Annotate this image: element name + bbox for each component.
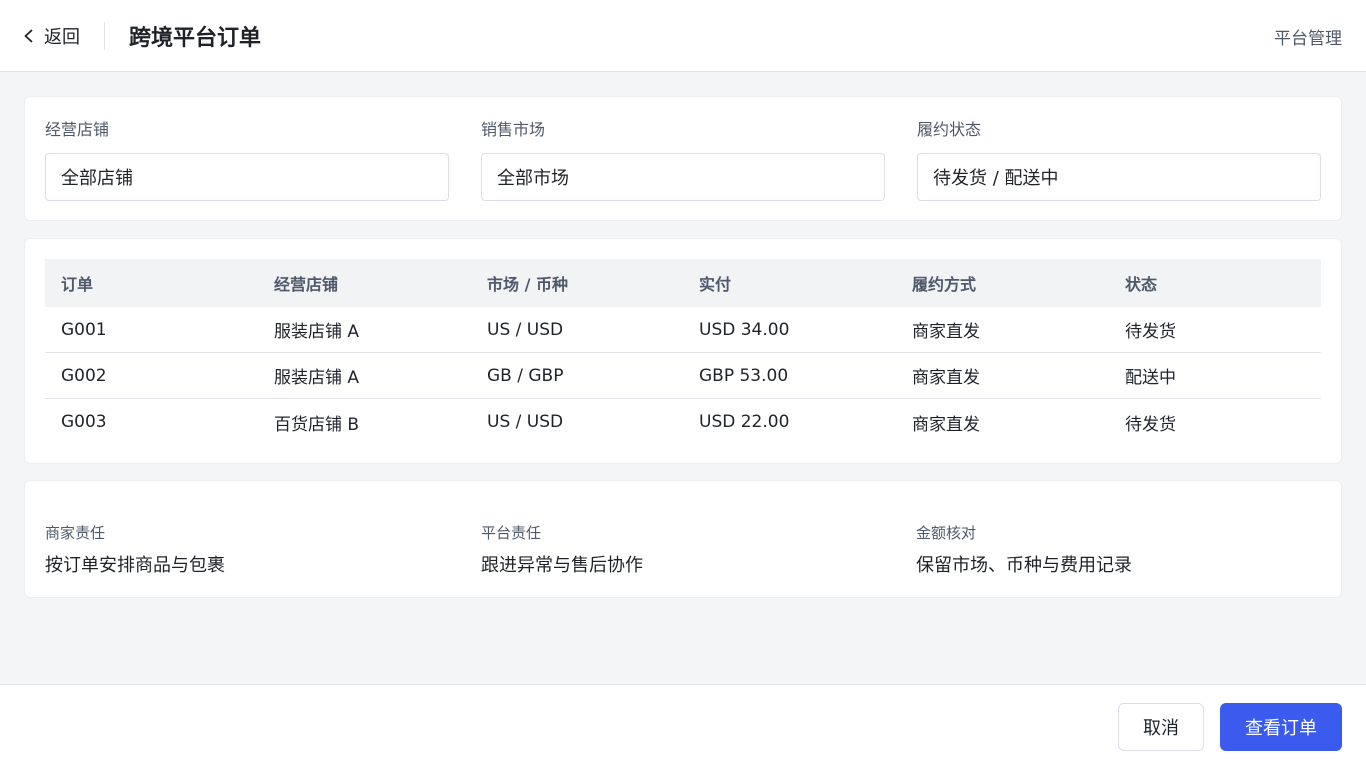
filter-status: 履约状态 待发货 / 配送中 [917,119,1321,201]
info-platform-label: 平台责任 [481,524,542,542]
info-amount-value: 保留市场、币种与费用记录 [916,555,1132,576]
info-amount-label: 金额核对 [916,524,977,542]
cell-market-currency: GB / GBP [487,365,564,386]
info-merchant-label: 商家责任 [45,524,106,542]
page-title: 跨境平台订单 [129,25,262,51]
column-header-fulfillment: 履约方式 [912,275,977,294]
filter-store-label: 经营店铺 [45,120,110,139]
cell-store: 服装店铺 A [274,322,360,342]
header-divider [104,21,105,50]
filter-panel: 经营店铺 全部店铺 销售市场 全部市场 履约状态 待发货 / 配送中 [24,96,1342,221]
cell-paid: GBP 53.00 [699,365,789,386]
table-row[interactable]: G002 服装店铺 A GB / GBP GBP 53.00 商家直发 配送中 [45,353,1321,399]
info-merchant: 商家责任 按订单安排商品与包裹 [45,523,445,577]
cell-order: G001 [61,319,107,340]
cell-fulfillment: 商家直发 [912,414,980,435]
column-header-status: 状态 [1125,275,1158,294]
cell-fulfillment: 商家直发 [912,368,980,388]
column-header-order: 订单 [61,275,94,294]
table-header: 订单 经营店铺 市场 / 币种 实付 履约方式 状态 [45,259,1321,307]
column-header-market-currency: 市场 / 币种 [487,275,568,294]
cancel-button[interactable]: 取消 [1118,703,1204,751]
footer-bar: 取消 查看订单 [0,684,1366,768]
filter-store: 经营店铺 全部店铺 [45,119,449,201]
top-header: 返回 跨境平台订单 平台管理 [0,0,1366,72]
cell-market-currency: US / USD [487,412,564,432]
column-header-paid: 实付 [699,275,732,294]
responsibility-panel: 商家责任 按订单安排商品与包裹 平台责任 跟进异常与售后协作 金额核对 保留市场… [24,480,1342,598]
status-select[interactable]: 待发货 / 配送中 [917,153,1321,201]
filter-market: 销售市场 全部市场 [481,119,885,201]
cell-paid: USD 34.00 [699,319,790,340]
info-amount: 金额核对 保留市场、币种与费用记录 [916,523,1316,577]
table-row[interactable]: G003 百货店铺 B US / USD USD 22.00 商家直发 待发货 [45,399,1321,445]
cell-status: 配送中 [1125,368,1176,388]
market-select[interactable]: 全部市场 [481,153,885,201]
column-header-store: 经营店铺 [274,275,339,294]
cell-fulfillment: 商家直发 [912,322,980,342]
cell-market-currency: US / USD [487,319,564,340]
cell-status: 待发货 [1125,322,1176,342]
info-platform: 平台责任 跟进异常与售后协作 [481,523,881,577]
store-select[interactable]: 全部店铺 [45,153,449,201]
orders-table-card: 订单 经营店铺 市场 / 币种 实付 履约方式 状态 G001 服装店铺 A U… [24,238,1342,464]
filter-status-label: 履约状态 [917,120,982,139]
back-button[interactable]: 返回 [22,23,80,49]
view-orders-button[interactable]: 查看订单 [1220,703,1342,751]
back-label: 返回 [44,26,80,48]
filter-market-label: 销售市场 [481,120,546,139]
orders-table: 订单 经营店铺 市场 / 币种 实付 履约方式 状态 G001 服装店铺 A U… [45,259,1321,445]
table-row[interactable]: G001 服装店铺 A US / USD USD 34.00 商家直发 待发货 [45,307,1321,353]
cell-order: G003 [61,412,107,432]
info-platform-value: 跟进异常与售后协作 [481,555,643,576]
info-merchant-value: 按订单安排商品与包裹 [45,555,225,576]
cell-store: 百货店铺 B [274,414,360,435]
cell-order: G002 [61,365,107,386]
cell-store: 服装店铺 A [274,368,360,388]
platform-management-link[interactable]: 平台管理 [1274,24,1342,49]
chevron-left-icon [24,29,33,42]
cell-paid: USD 22.00 [699,412,790,432]
cell-status: 待发货 [1125,414,1176,435]
